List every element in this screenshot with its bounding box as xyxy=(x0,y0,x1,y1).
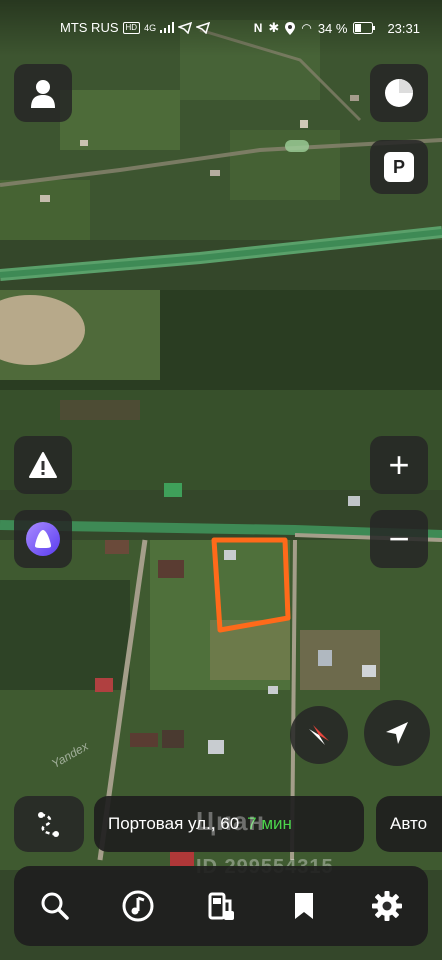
destination-pill[interactable]: Портовая ул., 60 7 мин xyxy=(94,796,364,852)
zoom-in-button[interactable]: + xyxy=(370,436,428,494)
report-incident-button[interactable] xyxy=(14,436,72,494)
transport-mode-pill[interactable]: Авто xyxy=(376,796,442,852)
map-layers-button[interactable] xyxy=(370,64,428,122)
music-icon xyxy=(122,890,154,922)
bottom-nav xyxy=(14,866,428,946)
telegram-icon xyxy=(178,21,193,34)
carrier-name: MTS RUS xyxy=(60,20,119,35)
battery-percent: 34 % xyxy=(317,20,348,36)
nav-bookmarks-button[interactable] xyxy=(274,876,334,936)
nfc-icon: N xyxy=(253,21,263,35)
nav-music-button[interactable] xyxy=(108,876,168,936)
search-icon xyxy=(41,892,70,920)
parking-button[interactable]: P xyxy=(370,140,428,194)
hd-badge: HD xyxy=(122,21,141,34)
bluetooth-icon: ✱ xyxy=(268,20,280,35)
travel-time: 7 мин xyxy=(247,814,292,833)
telegram-icon xyxy=(196,21,211,34)
clock: 23:31 xyxy=(387,20,420,36)
warning-icon xyxy=(29,452,57,478)
profile-button[interactable] xyxy=(14,64,72,122)
layers-icon xyxy=(385,79,413,107)
alice-icon xyxy=(26,522,60,556)
plus-icon: + xyxy=(388,444,410,485)
network-type: 4G xyxy=(144,22,157,33)
fuel-icon xyxy=(208,892,234,920)
transport-mode-label: Авто xyxy=(390,814,428,833)
nav-search-button[interactable] xyxy=(25,876,85,936)
bookmark-icon xyxy=(294,893,313,919)
alice-assistant-button[interactable] xyxy=(14,510,72,568)
compass-icon xyxy=(309,725,329,745)
navigation-arrow-icon xyxy=(386,722,408,744)
compass-button[interactable] xyxy=(290,706,348,764)
user-icon xyxy=(31,80,55,108)
my-location-button[interactable] xyxy=(364,700,430,766)
nav-settings-button[interactable] xyxy=(357,876,417,936)
minus-icon: − xyxy=(388,518,410,559)
location-icon xyxy=(285,21,296,35)
wifi-icon: ◠ xyxy=(301,21,312,35)
gear-icon xyxy=(371,891,402,921)
destination-address: Портовая ул., 60 xyxy=(108,814,240,833)
route-options-button[interactable] xyxy=(14,796,84,852)
signal-icon xyxy=(160,22,175,33)
parking-icon: P xyxy=(384,152,414,182)
zoom-out-button[interactable]: − xyxy=(370,510,428,568)
route-icon xyxy=(38,812,59,837)
nav-fuel-button[interactable] xyxy=(191,876,251,936)
battery-icon xyxy=(353,22,376,34)
status-bar: MTS RUS HD 4G N ✱ ◠ 34 % 23:31 xyxy=(0,0,442,56)
